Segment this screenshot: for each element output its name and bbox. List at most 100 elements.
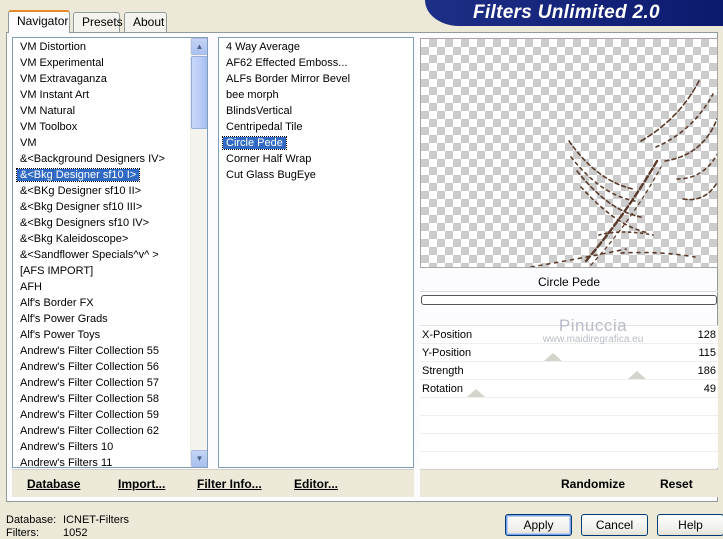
selected-filter-name: Circle Pede [420,272,718,292]
filter-item[interactable]: ALFs Border Mirror Bevel [223,71,409,87]
tab-navigator[interactable]: Navigator [8,10,70,33]
category-item-label: Alf's Border FX [20,297,94,309]
slider-marker[interactable] [544,353,562,361]
category-item[interactable]: Andrew's Filters 11 [17,455,189,467]
category-item[interactable]: VM Experimental [17,55,189,71]
randomize-button[interactable]: Randomize [561,477,625,491]
category-item[interactable]: VM Instant Art [17,87,189,103]
category-item-label: &<Sandflower Specials^v^ > [20,249,159,261]
apply-button[interactable]: Apply [505,514,572,536]
category-item[interactable]: Alf's Power Grads [17,311,189,327]
category-item-label: &<Bkg Designers sf10 IV> [20,217,150,229]
category-item[interactable]: &<Bkg Designers sf10 IV> [17,215,189,231]
filter-item[interactable]: AF62 Effected Emboss... [223,55,409,71]
database-button[interactable]: Database [27,477,80,491]
category-item-label: VM [20,137,37,149]
filter-item[interactable]: Circle Pede [222,135,409,151]
category-item-label: Andrew's Filter Collection 58 [20,393,160,405]
help-button[interactable]: Help [657,514,723,536]
tab-about[interactable]: About [124,12,167,32]
filter-item[interactable]: 4 Way Average [223,39,409,55]
filter-items: 4 Way Average AF62 Effected Emboss... ALFs… [222,38,409,183]
category-item-label: Andrew's Filter Collection 56 [20,361,160,373]
param-row-empty [420,398,718,416]
param-row-strength[interactable]: Strength 186 [420,362,718,380]
category-item[interactable]: [AFS IMPORT] [17,263,189,279]
category-item[interactable]: VM [17,135,189,151]
tab-presets[interactable]: Presets [73,12,123,32]
category-item[interactable]: Andrew's Filter Collection 62 [17,423,189,439]
category-item[interactable]: VM Extravaganza [17,71,189,87]
chevron-down-icon[interactable]: ▼ [191,450,207,467]
param-value: 49 [703,383,716,395]
filter-item-label: Circle Pede [222,136,287,150]
category-item-label: Andrew's Filter Collection 62 [20,425,160,437]
param-action-bar: Randomize Reset [420,469,718,497]
param-row-x-position[interactable]: X-Position 128 [420,326,718,344]
preview-image [530,80,717,267]
scrollbar-thumb[interactable] [191,56,207,129]
category-item[interactable]: &<Bkg Designer sf10 III> [17,199,189,215]
filter-item[interactable]: bee morph [223,87,409,103]
category-item-label: VM Extravaganza [20,73,107,85]
category-item-label: VM Distortion [20,41,87,53]
filter-list[interactable]: 4 Way Average AF62 Effected Emboss... ALFs… [218,37,414,468]
param-row-rotation[interactable]: Rotation 49 [420,380,718,398]
category-item[interactable]: Andrew's Filters 10 [17,439,189,455]
list-action-bar: Database Import... Filter Info... Editor… [12,469,414,497]
category-item-label: Andrew's Filters 10 [20,441,114,453]
category-item-label: AFH [20,281,42,293]
category-item[interactable]: Alf's Power Toys [17,327,189,343]
category-item[interactable]: VM Natural [17,103,189,119]
chevron-up-icon[interactable]: ▲ [191,38,207,55]
category-item-label: &<BKg Designer sf10 II> [20,185,142,197]
param-value: 115 [698,347,716,359]
category-item[interactable]: AFH [17,279,189,295]
category-item-label: VM Toolbox [20,121,78,133]
category-item[interactable]: Andrew's Filter Collection 55 [17,343,189,359]
category-item-label: Alf's Power Toys [20,329,101,341]
filter-item-label: bee morph [226,89,279,101]
filter-item[interactable]: Cut Glass BugEye [223,167,409,183]
category-item[interactable]: &<Background Designers IV> [17,151,189,167]
filter-item[interactable]: Corner Half Wrap [223,151,409,167]
filter-item[interactable]: BlindsVertical [223,103,409,119]
param-label: Rotation [422,383,463,395]
category-item[interactable]: &<Bkg Kaleidoscope> [17,231,189,247]
category-item[interactable]: Andrew's Filter Collection 56 [17,359,189,375]
category-item-label: Andrew's Filter Collection 59 [20,409,160,421]
param-row-empty [420,416,718,434]
param-label: Y-Position [422,347,472,359]
param-label: Strength [422,365,464,377]
reset-button[interactable]: Reset [660,477,693,491]
category-list[interactable]: VM Distortion VM Experimental VM Extravaga… [12,37,208,468]
category-item[interactable]: &<Bkg Designer sf10 I> [15,167,189,183]
filter-item-label: 4 Way Average [226,41,300,53]
category-item[interactable]: Alf's Border FX [17,295,189,311]
category-items: VM Distortion VM Experimental VM Extravaga… [15,38,189,467]
slider-marker[interactable] [467,389,485,397]
filter-item-label: BlindsVertical [226,105,293,117]
filter-info-button[interactable]: Filter Info... [197,477,262,491]
import-button[interactable]: Import... [118,477,165,491]
param-value: 128 [697,329,716,341]
category-item[interactable]: Andrew's Filter Collection 59 [17,407,189,423]
filter-item-label: Cut Glass BugEye [226,169,316,181]
slider-marker[interactable] [628,371,646,379]
category-item[interactable]: &<Sandflower Specials^v^ > [17,247,189,263]
category-item[interactable]: VM Toolbox [17,119,189,135]
cancel-button[interactable]: Cancel [581,514,648,536]
param-row-y-position[interactable]: Y-Position 115 [420,344,718,362]
category-item-label: &<Bkg Kaleidoscope> [20,233,129,245]
category-item[interactable]: VM Distortion [17,39,189,55]
category-item[interactable]: &<BKg Designer sf10 II> [17,183,189,199]
category-item[interactable]: Andrew's Filter Collection 57 [17,375,189,391]
category-item-label: Andrew's Filter Collection 57 [20,377,160,389]
param-value: 186 [697,365,716,377]
category-scrollbar[interactable]: ▲ ▼ [190,38,207,467]
filter-item[interactable]: Centripedal Tile [223,119,409,135]
filter-item-label: ALFs Border Mirror Bevel [226,73,351,85]
editor-button[interactable]: Editor... [294,477,338,491]
filter-item-label: Corner Half Wrap [226,153,312,165]
category-item[interactable]: Andrew's Filter Collection 58 [17,391,189,407]
